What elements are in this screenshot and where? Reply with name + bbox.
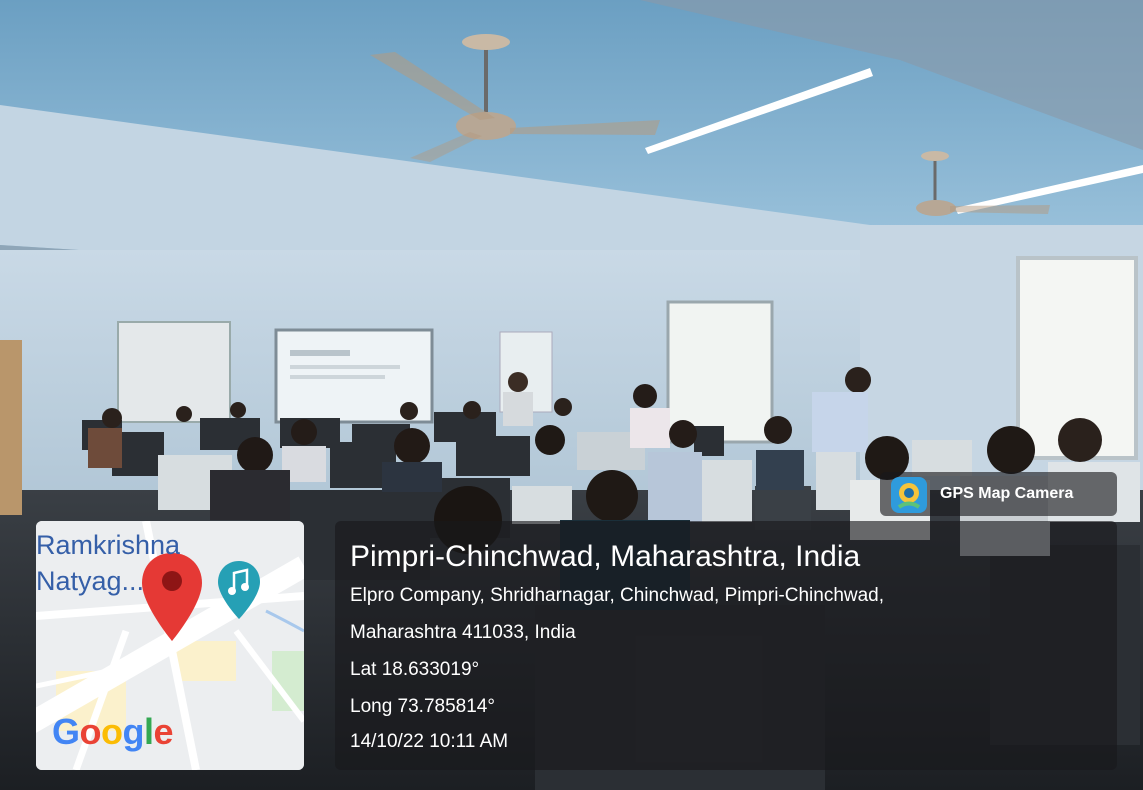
gps-camera-app-icon	[891, 477, 927, 513]
door	[0, 340, 22, 515]
map-pin-icon	[142, 553, 202, 641]
location-title: Pimpri-Chinchwad, Maharashtra, India	[350, 540, 861, 573]
longitude-text: Long 73.785814°	[350, 696, 495, 717]
map-place-label: Ramkrishna	[36, 530, 181, 560]
google-logo: Google	[52, 711, 174, 752]
map-place-label: Natyag...	[36, 566, 145, 596]
whiteboard	[117, 321, 231, 423]
timestamp-text: 14/10/22 10:11 AM	[350, 731, 509, 752]
app-badge-label: GPS Map Camera	[940, 485, 1074, 502]
music-note-icon	[218, 561, 260, 619]
latitude-text: Lat 18.633019°	[350, 659, 480, 680]
address-line-2: Maharashtra 411033, India	[350, 622, 576, 643]
address-line-1: Elpro Company, Shridharnagar, Chinchwad,…	[350, 585, 885, 606]
photo-scene: Ramkrishna Natyag... Google Pimpri-Chinc…	[0, 0, 1143, 790]
